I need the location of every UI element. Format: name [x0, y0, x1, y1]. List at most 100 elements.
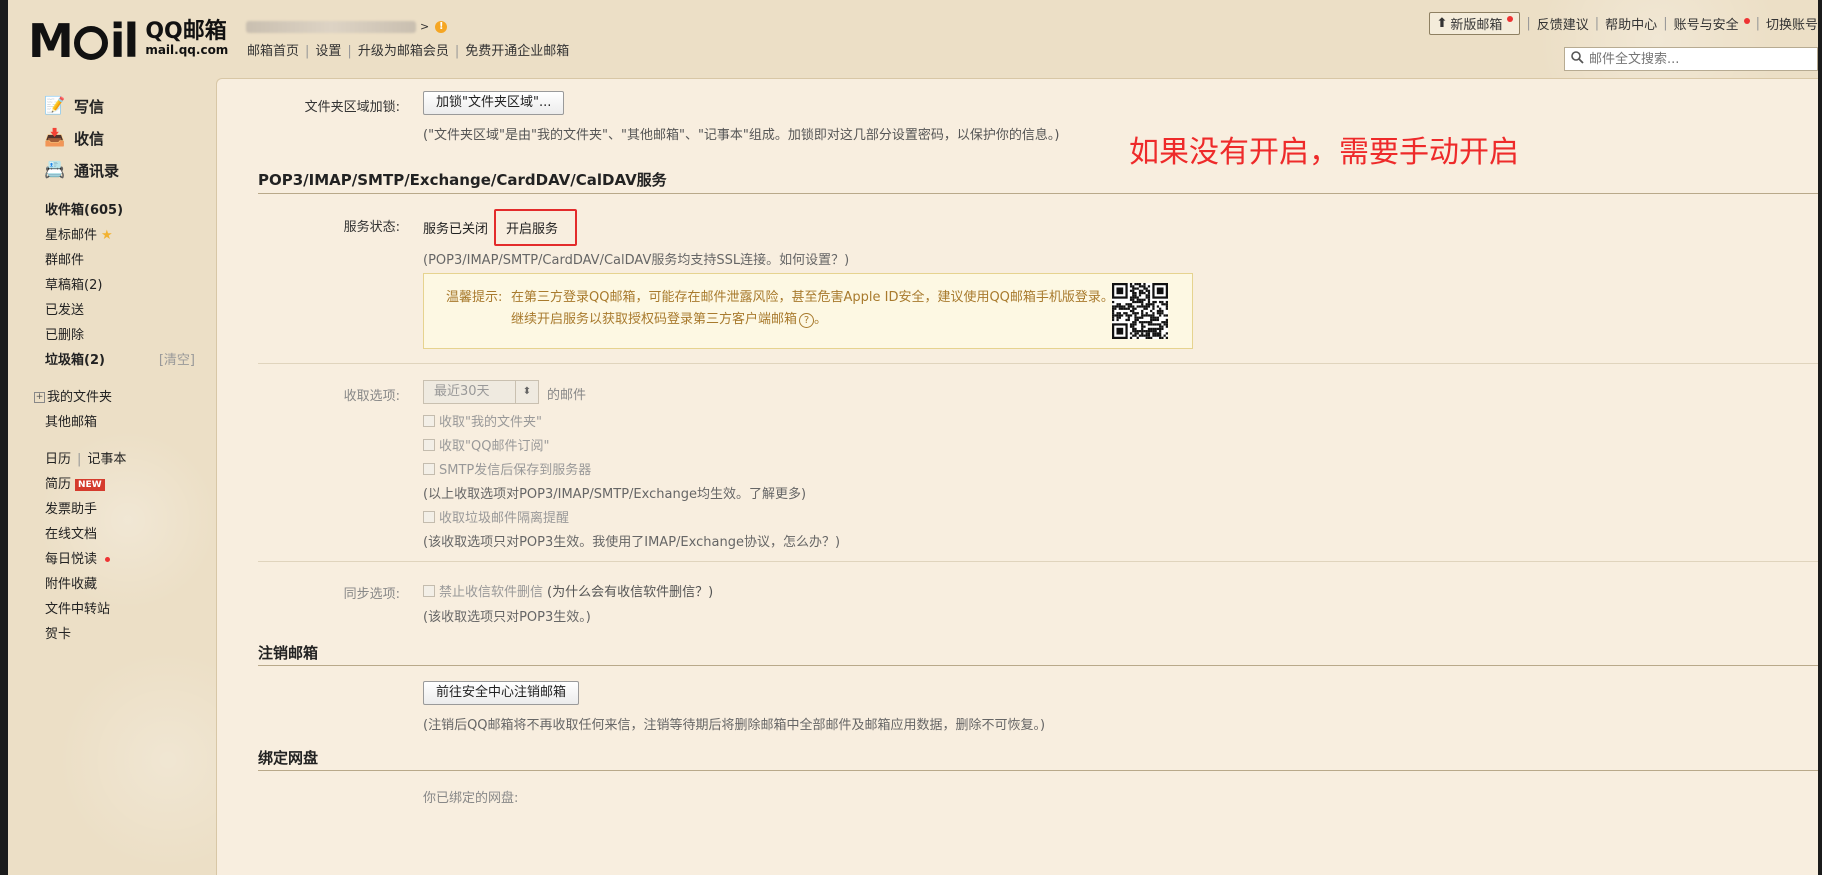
options-hint-1[interactable]: (以上收取选项对POP3/IMAP/SMTP/Exchange均生效。了解更多) — [423, 483, 806, 502]
sidebar-item-drafts[interactable]: 草稿箱(2) — [30, 273, 195, 298]
opt-my-folders-label: 收取"我的文件夹" — [439, 415, 542, 430]
sidebar-item-online-docs[interactable]: 在线文档 — [30, 522, 195, 547]
qr-module — [1127, 307, 1130, 310]
qr-module — [1147, 330, 1151, 333]
qr-module — [1150, 327, 1153, 331]
switch-account-link[interactable]: 切换账号 — [1766, 14, 1818, 33]
sidebar-item-sent[interactable]: 已发送 — [30, 298, 195, 323]
receive-button[interactable]: 📥 收信 — [30, 122, 195, 154]
search-box[interactable] — [1564, 47, 1818, 71]
qr-module — [1156, 316, 1160, 319]
qr-module — [1112, 305, 1115, 308]
checkbox[interactable] — [423, 584, 435, 597]
account-security-link[interactable]: 账号与安全 — [1674, 14, 1750, 33]
opt-qq-subscription[interactable]: 收取"QQ邮件订阅" — [423, 435, 549, 454]
sidebar-item-file-transfer[interactable]: 文件中转站 — [30, 597, 195, 622]
qr-module — [1114, 305, 1117, 308]
checkbox[interactable] — [423, 510, 435, 523]
service-status-label: 服务状态: — [343, 220, 400, 235]
sidebar: 📝 写信 📥 收信 📇 通讯录 收件箱(605) 星标邮件 ★ 群邮件 草稿箱(2) 已… — [30, 90, 195, 647]
new-version-button[interactable]: ⬆ 新版邮箱 — [1429, 12, 1521, 35]
qr-module — [1147, 327, 1151, 331]
nav-enterprise-mail[interactable]: 免费开通企业邮箱 — [465, 44, 569, 59]
top-right-links: ⬆ 新版邮箱 | 反馈建议 | 帮助中心 | 账号与安全 | 切换账号 — [1429, 12, 1818, 35]
qr-module — [1161, 327, 1164, 331]
contacts-button[interactable]: 📇 通讯录 — [30, 154, 195, 186]
qr-module — [1127, 305, 1130, 308]
help-center-link[interactable]: 帮助中心 — [1605, 14, 1657, 33]
feedback-link[interactable]: 反馈建议 — [1537, 14, 1589, 33]
nav-mail-home[interactable]: 邮箱首页 — [247, 44, 299, 59]
opt-smtp-save[interactable]: SMTP发信后保存到服务器 — [423, 459, 591, 478]
opt-my-folders[interactable]: 收取"我的文件夹" — [423, 411, 542, 430]
qr-module — [1132, 312, 1135, 315]
checkbox[interactable] — [423, 462, 435, 475]
service-status-value: 服务已关闭 — [423, 222, 489, 237]
qr-module — [1156, 312, 1160, 315]
sidebar-item-starred[interactable]: 星标邮件 ★ — [30, 223, 195, 248]
sidebar-item-daily-reading[interactable]: 每日悦读 — [30, 547, 195, 572]
qr-module — [1145, 334, 1148, 337]
account-name-blurred — [246, 20, 416, 33]
qr-module — [1141, 291, 1144, 295]
folder-lock-button[interactable]: 加锁"文件夹区域"... — [423, 91, 565, 115]
cancel-hint: (注销后QQ邮箱将不再收取任何来信，注销等待期后将删除邮箱中全部邮件及邮箱应用数… — [423, 718, 1046, 733]
qr-module — [1147, 305, 1151, 308]
sidebar-item-invoice[interactable]: 发票助手 — [30, 497, 195, 522]
checkbox[interactable] — [423, 438, 435, 451]
qr-module — [1161, 325, 1164, 328]
checkbox[interactable] — [423, 414, 435, 427]
sidebar-item-other-mailboxes[interactable]: 其他邮箱 — [30, 410, 195, 435]
qr-module — [1141, 325, 1144, 328]
warning-icon[interactable]: ! — [435, 20, 448, 33]
help-icon[interactable]: ? — [799, 313, 815, 328]
sidebar-item-deleted[interactable]: 已删除 — [30, 323, 195, 348]
qr-module — [1125, 312, 1128, 315]
trash-clear-link[interactable]: [清空] — [159, 348, 195, 373]
qr-module — [1150, 316, 1153, 319]
qr-module — [1152, 318, 1155, 322]
sidebar-item-group[interactable]: 群邮件 — [30, 248, 195, 273]
qr-module — [1141, 330, 1144, 333]
qr-module — [1118, 316, 1121, 319]
notes-link[interactable]: 记事本 — [87, 452, 126, 467]
nav-upgrade-vip[interactable]: 升级为邮箱会员 — [358, 44, 449, 59]
calendar-link[interactable]: 日历 — [45, 452, 71, 467]
sidebar-item-inbox[interactable]: 收件箱(605) — [30, 198, 195, 223]
sidebar-item-attachments[interactable]: 附件收藏 — [30, 572, 195, 597]
tip-box: 温馨提示: 在第三方登录QQ邮箱，可能存在邮件泄露风险，甚至危害Apple ID… — [423, 273, 1193, 349]
account-arrow[interactable]: > — [420, 20, 429, 33]
cancel-mailbox-button[interactable]: 前往安全中心注销邮箱 — [423, 681, 580, 705]
qr-module — [1134, 323, 1137, 326]
separator: | — [305, 44, 310, 59]
logo-text: QQ邮箱 mail.qq.com — [145, 21, 228, 59]
sidebar-item-resume[interactable]: 简历 NEW — [30, 472, 195, 497]
expand-plus-icon[interactable]: + — [34, 392, 45, 403]
opt-spam-label: 收取垃圾邮件隔离提醒 — [439, 511, 570, 526]
sidebar-item-my-folders[interactable]: + 我的文件夹 — [30, 385, 195, 410]
receive-range-select[interactable]: 最近30天 ⬍ — [423, 380, 539, 404]
opt-no-delete[interactable]: 禁止收信软件删信 (为什么会有收信软件删信？) — [423, 581, 713, 600]
sidebar-item-trash[interactable]: 垃圾箱(2) [清空] — [30, 348, 195, 373]
contacts-label: 通讯录 — [74, 161, 120, 180]
qr-module — [1165, 323, 1168, 326]
qr-module — [1132, 296, 1135, 299]
separator: | — [77, 452, 82, 467]
netdisk-section-title: 绑定网盘 — [258, 749, 319, 767]
qr-module — [1147, 314, 1151, 317]
opt-spam-reminder[interactable]: 收取垃圾邮件隔离提醒 — [423, 507, 569, 526]
account-line[interactable]: > ! — [246, 20, 448, 33]
ssl-hint[interactable]: (POP3/IMAP/SMTP/CardDAV/CalDAV服务均支持SSL连接… — [423, 249, 849, 268]
sync-why-link[interactable]: (为什么会有收信软件删信？) — [547, 581, 713, 600]
search-input[interactable] — [1587, 50, 1811, 68]
options-hint-2[interactable]: (该收取选项只对POP3生效。我使用了IMAP/Exchange协议，怎么办？) — [423, 531, 840, 550]
receive-range-value: 最近30天 — [434, 384, 490, 399]
compose-button[interactable]: 📝 写信 — [30, 90, 195, 122]
qr-module — [1112, 318, 1115, 322]
qq-mail-logo[interactable]: Mil QQ邮箱 mail.qq.com — [28, 18, 228, 64]
nav-settings[interactable]: 设置 — [315, 44, 341, 59]
qr-module — [1159, 309, 1162, 313]
settings-panel: 文件夹区域加锁: 加锁"文件夹区域"... ("文件夹区域"是由"我的文件夹"、… — [216, 78, 1818, 875]
sidebar-item-cards[interactable]: 贺卡 — [30, 622, 195, 647]
